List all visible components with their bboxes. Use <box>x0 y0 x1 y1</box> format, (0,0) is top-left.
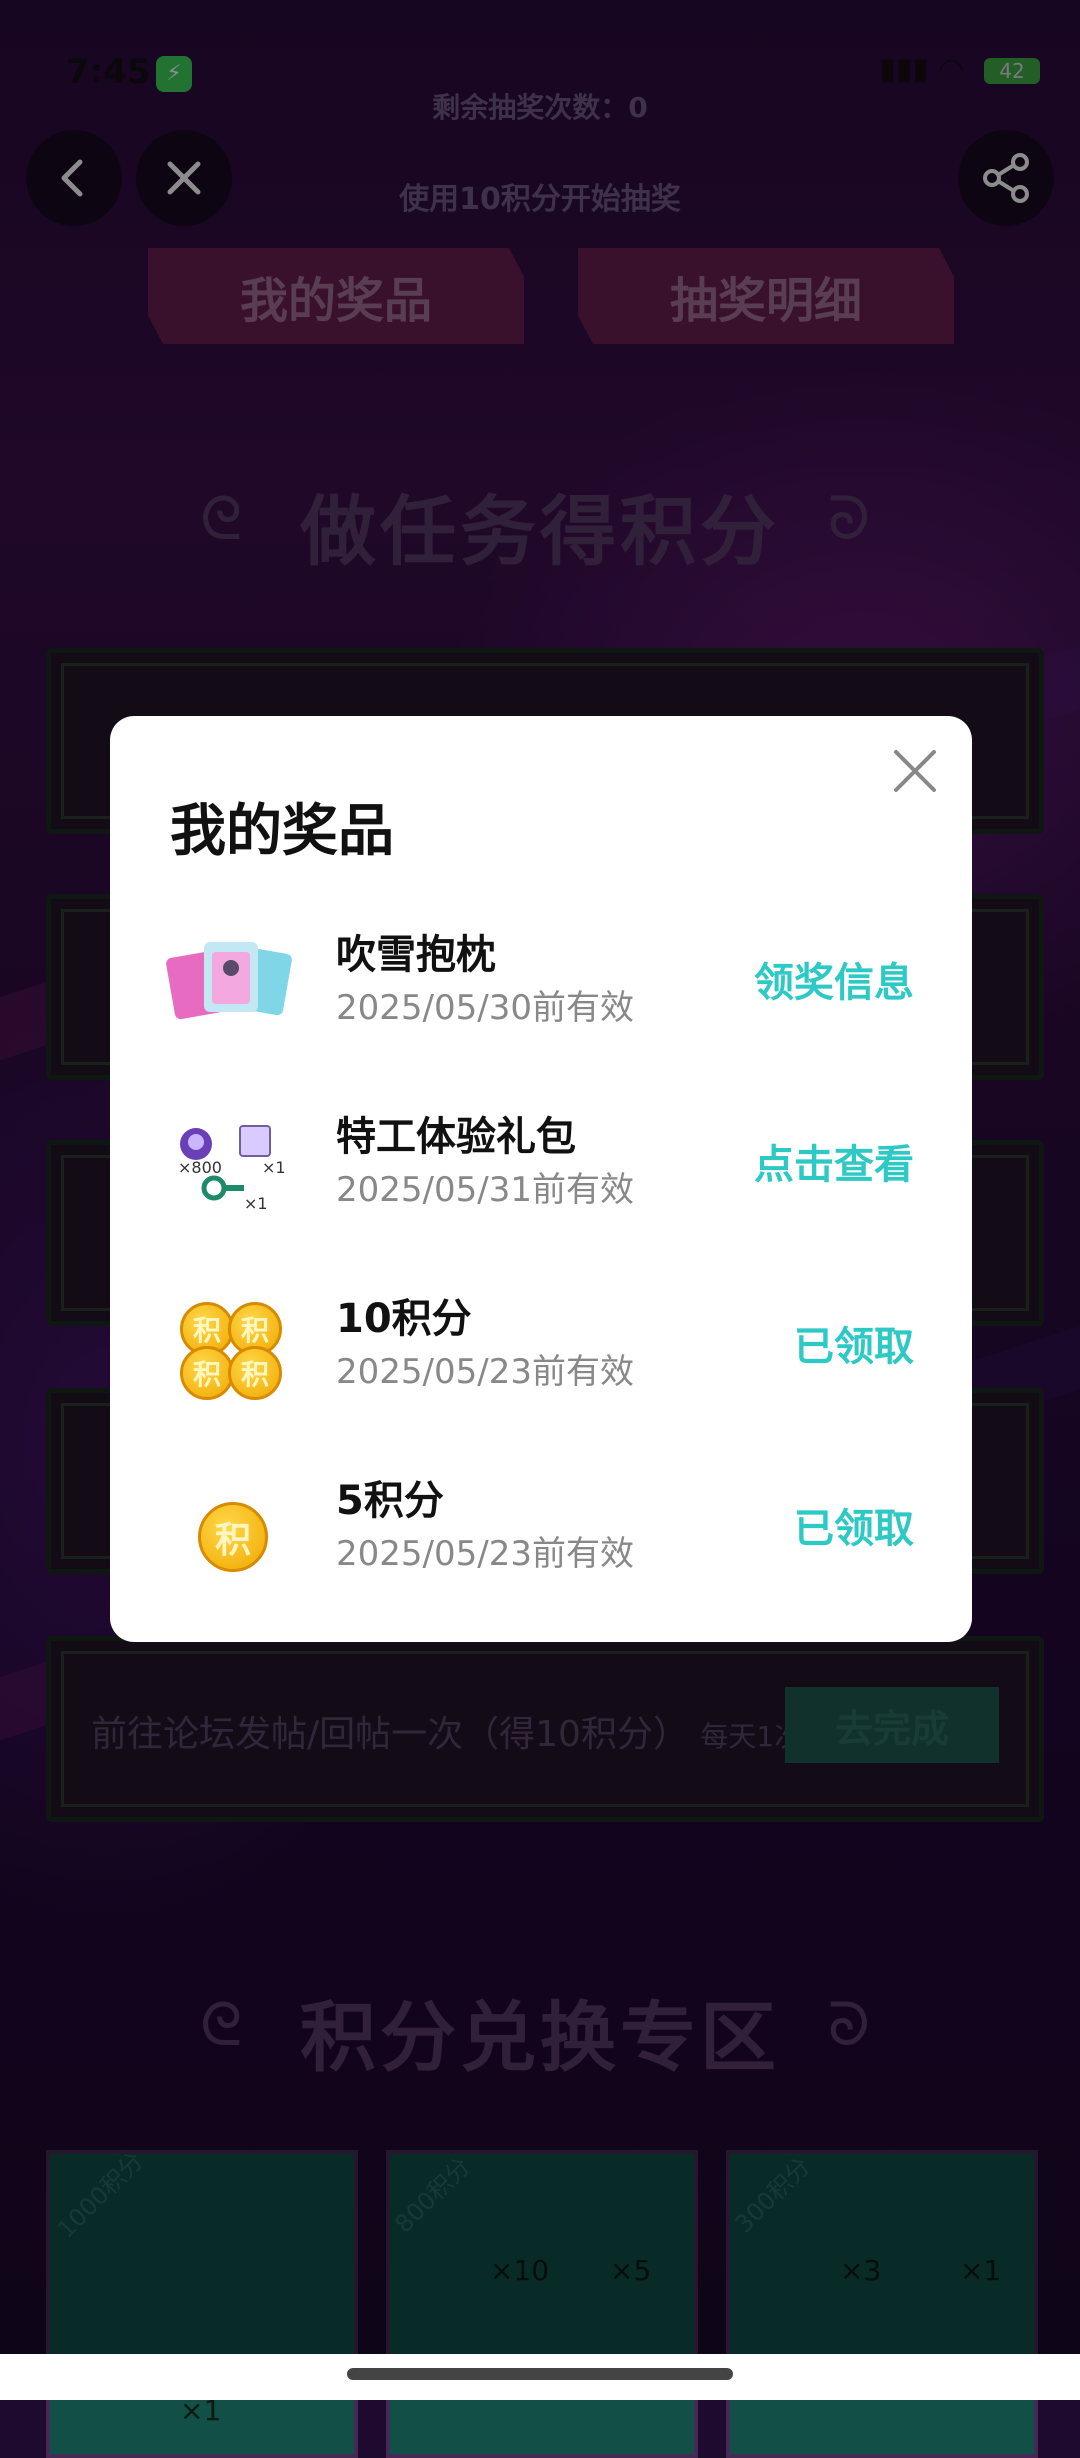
coin-icon: 积 <box>228 1346 282 1400</box>
coin-icon: 积 <box>166 1470 286 1590</box>
close-icon <box>894 750 936 792</box>
dialog-close-button[interactable] <box>888 744 942 798</box>
coin-icon: 积 <box>180 1346 234 1400</box>
prize-expiry: 2025/05/23前有效 <box>336 1352 634 1392</box>
item-qty: ×800 <box>178 1158 222 1177</box>
prize-item: ×800 ×1 ×1 特工体验礼包 2025/05/31前有效 点击查看 <box>110 1096 972 1236</box>
prize-name: 10积分 <box>336 1296 472 1342</box>
claimed-status: 已领取 <box>794 1324 914 1370</box>
prize-expiry: 2025/05/31前有效 <box>336 1170 634 1210</box>
prize-item: 积 积 积 积 10积分 2025/05/23前有效 已领取 <box>110 1278 972 1418</box>
pillow-icon <box>166 924 292 1044</box>
prize-name: 特工体验礼包 <box>336 1114 576 1160</box>
gift-pack-icon: ×800 ×1 ×1 <box>166 1106 286 1226</box>
coin-icon: 积 <box>198 1502 268 1572</box>
item-qty: ×1 <box>244 1194 268 1213</box>
claim-info-link[interactable]: 领奖信息 <box>754 950 914 1008</box>
coins-icon: 积 积 积 积 <box>166 1288 286 1408</box>
prize-item: 积 5积分 2025/05/23前有效 已领取 <box>110 1460 972 1600</box>
claimed-status: 已领取 <box>794 1506 914 1552</box>
view-details-link[interactable]: 点击查看 <box>754 1132 914 1190</box>
navigation-bar <box>0 2354 1080 2400</box>
item-qty: ×1 <box>262 1158 286 1177</box>
my-prizes-dialog: 我的奖品 吹雪抱枕 2025/05/30前有效 领奖信息 ×800 ×1 ×1 … <box>110 716 972 1642</box>
home-indicator[interactable] <box>347 2368 733 2380</box>
prize-name: 5积分 <box>336 1478 444 1524</box>
prize-expiry: 2025/05/30前有效 <box>336 988 634 1028</box>
dialog-title: 我的奖品 <box>170 799 394 864</box>
prize-item: 吹雪抱枕 2025/05/30前有效 领奖信息 <box>110 914 972 1054</box>
prize-expiry: 2025/05/23前有效 <box>336 1534 634 1574</box>
prize-name: 吹雪抱枕 <box>336 932 496 978</box>
